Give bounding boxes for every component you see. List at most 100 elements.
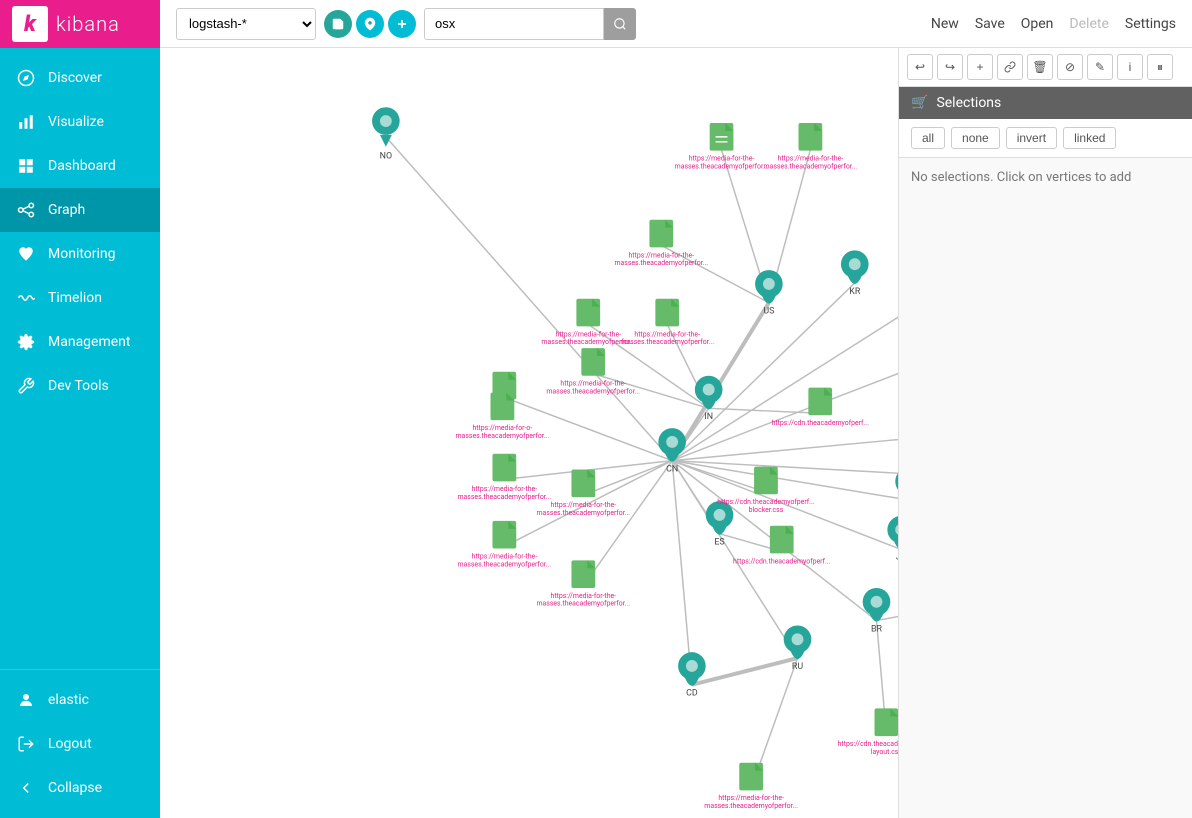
svg-text:masses.theacademyofperfor...: masses.theacademyofperfor... (536, 509, 630, 517)
no-selections-message: No selections. Click on vertices to add (899, 158, 1192, 197)
topbar-actions: New Save Open Delete Settings (931, 16, 1176, 32)
svg-text:masses.theacademyofperfor...: masses.theacademyofperfor... (457, 493, 551, 501)
shopping-cart-icon: 🛒 (911, 95, 928, 111)
svg-text:ES: ES (714, 538, 724, 548)
sidebar-item-graph[interactable]: Graph (0, 188, 160, 232)
sidebar-item-monitoring[interactable]: Monitoring (0, 232, 160, 276)
wave-icon (16, 288, 36, 308)
sidebar-item-dashboard[interactable]: Dashboard (0, 144, 160, 188)
heart-icon (16, 244, 36, 264)
svg-text:masses.theacademyofperfor...: masses.theacademyofperfor... (456, 432, 550, 440)
delete-button[interactable]: Delete (1069, 16, 1108, 32)
svg-text:https://media-for-the-: https://media-for-the- (551, 592, 617, 600)
svg-text:NO: NO (380, 152, 392, 162)
svg-text:https://cdn.theacademyofperf..: https://cdn.theacademyofperf... (772, 419, 870, 427)
search-button[interactable] (604, 8, 636, 40)
svg-text:masses.theacademyofperfor...: masses.theacademyofperfor... (546, 388, 640, 396)
select-invert-button[interactable]: invert (1006, 127, 1057, 149)
pause-button[interactable]: ⏸ (1147, 54, 1173, 80)
svg-text:https://media-for-the-: https://media-for-the- (555, 330, 621, 338)
logo-area: k kibana (0, 0, 160, 48)
bar-chart-icon (16, 112, 36, 132)
grid-icon (16, 156, 36, 176)
sidebar-item-timelion[interactable]: Timelion (0, 276, 160, 320)
svg-text:masses.theacademyofperfor...: masses.theacademyofperfor... (614, 259, 708, 267)
save-graph-icon-btn[interactable] (324, 10, 352, 38)
svg-text:https://media-for-o-: https://media-for-o- (472, 424, 532, 432)
svg-text:https://media-for-the-: https://media-for-the- (778, 155, 844, 163)
svg-text:https://media-for-the-: https://media-for-the- (629, 251, 695, 259)
graph-svg: NO US KR (160, 48, 898, 818)
index-pattern-select[interactable]: logstash-* (176, 8, 316, 40)
link-button[interactable] (997, 54, 1023, 80)
select-all-button[interactable]: all (911, 127, 945, 149)
map-pin-icon-btn[interactable] (356, 10, 384, 38)
sidebar-item-collapse[interactable]: Collapse (0, 766, 160, 810)
right-panel: ↩ ↪ + 🗑 ⊘ ✎ i ⏸ 🛒 Selections all none in… (898, 48, 1192, 818)
add-node-button[interactable]: + (967, 54, 993, 80)
sidebar: k kibana Discover Visualize Dashboard (0, 0, 160, 818)
svg-text:RU: RU (792, 662, 803, 672)
graph-icon (16, 200, 36, 220)
sidebar-item-discover[interactable]: Discover (0, 56, 160, 100)
topbar-icons (324, 10, 416, 38)
svg-text:masses.theacademyofperfor...: masses.theacademyofperfor... (675, 162, 769, 170)
svg-text:masses.theacademyofperfor...: masses.theacademyofperfor... (764, 162, 858, 170)
svg-text:masses.theacademyofperfor...: masses.theacademyofperfor... (620, 338, 714, 346)
graph-canvas[interactable]: NO US KR (160, 48, 898, 818)
svg-text:https://cdn.theacademyofperf..: https://cdn.theacademyofperf... (838, 740, 898, 748)
sidebar-item-elastic[interactable]: elastic (0, 678, 160, 722)
svg-text:https://cdn.theacademyofperf..: https://cdn.theacademyofperf... (733, 557, 831, 565)
logout-icon (16, 734, 36, 754)
svg-text:KR: KR (849, 287, 861, 297)
svg-text:CD: CD (686, 689, 698, 699)
settings-button[interactable]: Settings (1125, 16, 1176, 32)
svg-text:https://media-for-the-: https://media-for-the- (718, 794, 784, 802)
sidebar-item-devtools[interactable]: Dev Tools (0, 364, 160, 408)
main-area: logstash-* New Save Open Delete (160, 0, 1192, 818)
info-button[interactable]: i (1117, 54, 1143, 80)
svg-text:https://media-for-the-: https://media-for-the- (551, 501, 617, 509)
svg-text:US: US (763, 307, 774, 317)
sidebar-item-visualize[interactable]: Visualize (0, 100, 160, 144)
search-input[interactable] (424, 8, 604, 40)
panel-toolbar: ↩ ↪ + 🗑 ⊘ ✎ i ⏸ (899, 48, 1192, 87)
open-button[interactable]: Open (1021, 16, 1054, 32)
sidebar-item-management[interactable]: Management (0, 320, 160, 364)
svg-text:layout.css: layout.css (871, 748, 898, 756)
svg-text:https://cdn.theacademyofperf..: https://cdn.theacademyofperf... (717, 498, 815, 506)
nav-bottom: elastic Logout Collapse (0, 669, 160, 818)
svg-text:masses.theacademyofperfor...: masses.theacademyofperfor... (457, 560, 551, 568)
select-linked-button[interactable]: linked (1063, 127, 1116, 149)
save-button[interactable]: Save (975, 16, 1005, 32)
gear-icon (16, 332, 36, 352)
edit-button[interactable]: ✎ (1087, 54, 1113, 80)
content-area: NO US KR (160, 48, 1192, 818)
new-button[interactable]: New (931, 16, 959, 32)
select-none-button[interactable]: none (951, 127, 1000, 149)
delete-node-button[interactable]: 🗑 (1027, 54, 1053, 80)
undo-button[interactable]: ↩ (907, 54, 933, 80)
svg-text:masses.theacademyofperfor...: masses.theacademyofperfor... (536, 600, 630, 608)
svg-text:https://media-for-the-: https://media-for-the- (560, 380, 626, 388)
chevron-left-icon (16, 778, 36, 798)
svg-text:CN: CN (666, 465, 678, 475)
sidebar-item-logout[interactable]: Logout (0, 722, 160, 766)
search-box (424, 8, 636, 40)
plus-icon-btn[interactable] (388, 10, 416, 38)
wrench-icon (16, 376, 36, 396)
selections-title: Selections (936, 95, 1001, 111)
app-name: kibana (56, 12, 120, 36)
selections-header: 🛒 Selections (899, 87, 1192, 119)
svg-text:BR: BR (871, 624, 883, 634)
svg-text:IN: IN (704, 412, 713, 422)
svg-text:JP: JP (896, 552, 898, 562)
compass-icon (16, 68, 36, 88)
svg-text:https://media-for-the-: https://media-for-the- (634, 330, 700, 338)
svg-text:https://media-for-the-: https://media-for-the- (472, 485, 538, 493)
user-icon (16, 690, 36, 710)
redo-button[interactable]: ↪ (937, 54, 963, 80)
nav-items: Discover Visualize Dashboard Graph Monit… (0, 48, 160, 669)
svg-text:https://media-for-the-: https://media-for-the- (472, 552, 538, 560)
block-button[interactable]: ⊘ (1057, 54, 1083, 80)
